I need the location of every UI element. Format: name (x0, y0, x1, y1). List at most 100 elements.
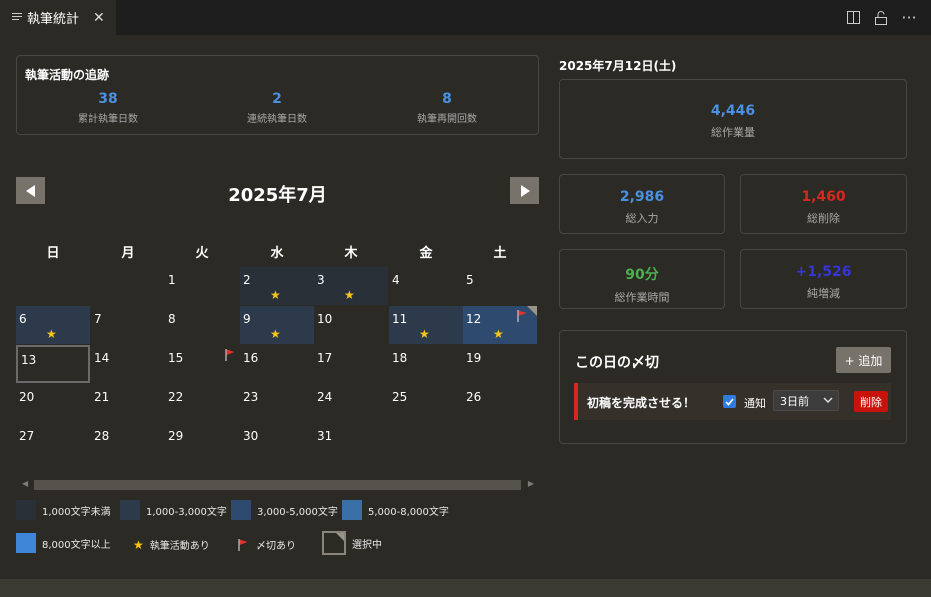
day-number: 27 (19, 429, 35, 443)
star-icon: ★ (46, 327, 57, 341)
calendar-day[interactable]: 27 (16, 423, 90, 461)
calendar-day[interactable]: 3 ★ (314, 267, 388, 305)
legend-label: 1,000-3,000文字 (146, 506, 227, 518)
metric-label: 総削除 (807, 212, 840, 225)
weekday-label: 土 (493, 246, 507, 261)
day-number: 7 (94, 312, 102, 326)
day-number: 23 (243, 390, 259, 404)
stat-value: 2 (272, 91, 282, 107)
day-number: 10 (317, 312, 333, 326)
day-number: 15 (168, 351, 184, 365)
calendar-day[interactable]: 24 (314, 384, 388, 422)
calendar-day[interactable]: 6 ★ (16, 306, 90, 344)
legend-label: 3,000-5,000文字 (257, 506, 338, 518)
day-number: 2 (243, 273, 251, 287)
star-icon: ★ (270, 288, 281, 302)
calendar-day[interactable]: 31 (314, 423, 388, 461)
legend-selected: 選択中 (322, 531, 382, 555)
day-number: 24 (317, 390, 333, 404)
calendar-day[interactable]: 5 (463, 267, 537, 305)
calendar-day[interactable]: 2 ★ (240, 267, 314, 305)
more-actions-icon[interactable]: ··· (901, 8, 917, 27)
calendar-day[interactable]: 4 (389, 267, 463, 305)
calendar-day[interactable]: 17 (314, 345, 388, 383)
calendar-day[interactable]: 15 (165, 345, 239, 383)
calendar-day[interactable]: 25 (389, 384, 463, 422)
day-number: 28 (94, 429, 110, 443)
metric-value: 4,446 (710, 103, 756, 119)
legend-level-2: 1,000-3,000文字 (120, 500, 227, 520)
metric-deleted: 1,460 総削除 (740, 174, 907, 234)
day-number: 3 (317, 273, 325, 287)
delete-deadline-button[interactable]: 削除 (854, 391, 888, 412)
tab-title: 執筆統計 (27, 12, 80, 27)
calendar-day[interactable]: 26 (463, 384, 537, 422)
calendar-day[interactable]: 11 ★ (389, 306, 463, 344)
day-number: 20 (19, 390, 35, 404)
metric-input: 2,986 総入力 (559, 174, 725, 234)
lock-icon[interactable] (873, 10, 889, 26)
legend-level-1: 1,000文字未満 (16, 500, 111, 520)
tab-writing-stats[interactable]: 執筆統計 ✕ (0, 0, 116, 35)
add-deadline-button[interactable]: + 追加 (836, 347, 891, 373)
weekday-label: 水 (270, 246, 284, 261)
legend-flag: 〆切あり (238, 537, 296, 552)
legend-label: 8,000文字以上 (42, 539, 111, 551)
editor-actions: ··· (845, 0, 917, 35)
split-editor-icon[interactable] (845, 10, 861, 26)
calendar-day[interactable]: 21 (91, 384, 165, 422)
legend-swatch (120, 500, 140, 520)
notify-checkbox[interactable] (723, 395, 736, 408)
horizontal-scrollbar[interactable]: ◀ ▶ (22, 479, 534, 491)
day-number: 8 (168, 312, 176, 326)
day-number: 16 (243, 351, 259, 365)
star-icon: ★ (419, 327, 430, 341)
scroll-left-icon[interactable]: ◀ (22, 479, 28, 488)
calendar-day[interactable]: 30 (240, 423, 314, 461)
star-icon: ★ (344, 288, 355, 302)
notify-timing-value: 3日前 (780, 394, 809, 408)
legend-label: 選択中 (352, 539, 382, 551)
calendar-day[interactable]: 13 (16, 345, 90, 383)
day-number: 19 (466, 351, 482, 365)
stat-value: 38 (98, 91, 118, 107)
star-icon: ★ (493, 327, 504, 341)
calendar-day[interactable]: 14 (91, 345, 165, 383)
legend-level-4: 5,000-8,000文字 (342, 500, 449, 520)
triangle-right-icon (520, 184, 530, 197)
metric-label: 総作業量 (711, 126, 755, 139)
calendar-day[interactable]: 8 (165, 306, 239, 344)
calendar-day[interactable]: 22 (165, 384, 239, 422)
metric-value: 90分 (625, 267, 659, 283)
calendar-day[interactable]: 12 ★ (463, 306, 537, 344)
calendar-day[interactable]: 28 (91, 423, 165, 461)
flag-icon (238, 538, 248, 551)
calendar-day[interactable]: 23 (240, 384, 314, 422)
calendar-day[interactable]: 29 (165, 423, 239, 461)
calendar-day[interactable]: 20 (16, 384, 90, 422)
stat-resume-count: 8 執筆再開回数 (367, 91, 527, 125)
calendar-day[interactable]: 10 (314, 306, 388, 344)
legend-swatch (342, 500, 362, 520)
day-number: 17 (317, 351, 333, 365)
notify-timing-select[interactable]: 3日前 (773, 390, 839, 411)
close-icon[interactable]: ✕ (93, 10, 105, 26)
metric-value: 1,460 (801, 189, 846, 205)
scrollbar-thumb[interactable] (34, 480, 521, 490)
day-number: 1 (168, 273, 176, 287)
scroll-right-icon[interactable]: ▶ (528, 479, 534, 488)
calendar-day[interactable]: 7 (91, 306, 165, 344)
metric-label: 総作業時間 (614, 291, 670, 304)
calendar-day[interactable]: 9 ★ (240, 306, 314, 344)
stat-label: 累計執筆日数 (78, 114, 138, 125)
calendar-day[interactable]: 1 (165, 267, 239, 305)
notify-label: 通知 (744, 397, 766, 410)
next-month-button[interactable] (510, 177, 539, 204)
calendar-day[interactable]: 18 (389, 345, 463, 383)
selected-date: 2025年7月12日(土) (559, 59, 677, 73)
weekday-label: 月 (121, 246, 135, 261)
calendar-day[interactable]: 19 (463, 345, 537, 383)
chevron-down-icon (823, 397, 833, 404)
day-number: 18 (392, 351, 408, 365)
calendar-day[interactable]: 16 (240, 345, 314, 383)
